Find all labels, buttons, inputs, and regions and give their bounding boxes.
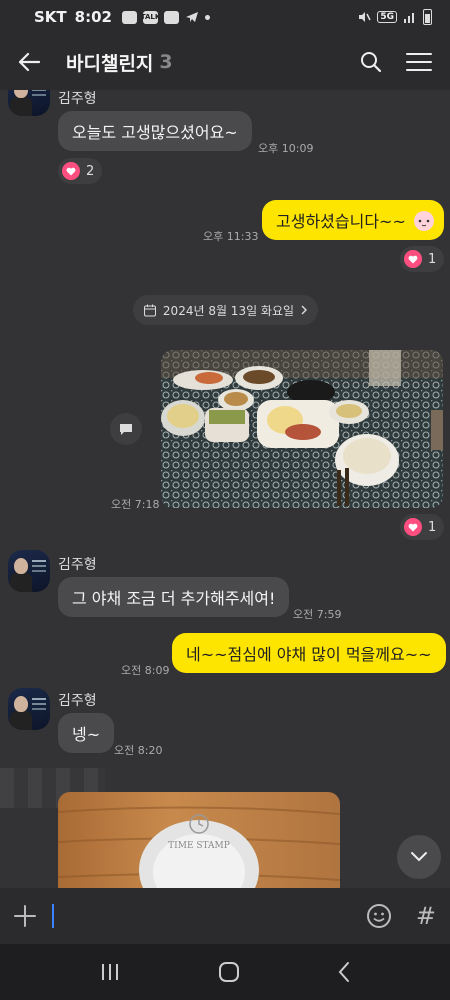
system-icons: 5G xyxy=(357,9,432,25)
gallery-icon xyxy=(163,10,179,24)
chat-bubble-icon xyxy=(120,424,132,435)
emoji-icon[interactable] xyxy=(366,903,392,929)
meal-photo-image xyxy=(161,350,443,508)
share-button[interactable] xyxy=(110,413,142,445)
search-icon[interactable] xyxy=(360,51,382,73)
status-bar: SKT 8:02 TALK 5G xyxy=(0,0,450,34)
scroll-to-bottom-button[interactable] xyxy=(397,835,441,879)
message-icon xyxy=(121,10,137,24)
photo-meal-breakfast[interactable] xyxy=(161,350,443,508)
reaction-count: 1 xyxy=(428,251,437,267)
chat-screen: SKT 8:02 TALK 5G 바디챌린지 3 김주형 오늘도 고생많으셨어요… xyxy=(0,0,450,1000)
chevron-down-icon xyxy=(411,852,427,862)
reaction-count: 1 xyxy=(428,519,437,535)
message-input[interactable] xyxy=(52,904,54,928)
date-label: 2024년 8월 13일 화요일 xyxy=(162,303,295,318)
reaction-badge[interactable]: 2 xyxy=(58,158,103,184)
my-message-text: 고생하셨습니다~~ xyxy=(276,212,406,231)
member-count: 3 xyxy=(159,51,173,73)
hashtag-button[interactable]: # xyxy=(416,902,436,930)
signal-icon xyxy=(404,13,414,23)
heart-icon xyxy=(62,162,80,180)
notification-icons: TALK xyxy=(121,10,210,24)
mute-icon xyxy=(359,12,372,22)
message-bubble[interactable]: 그 야채 조금 더 추가해주세여! xyxy=(58,577,290,617)
menu-icon[interactable] xyxy=(406,52,432,72)
date-divider[interactable]: 2024년 8월 13일 화요일 xyxy=(133,295,318,325)
meal-photo-image: TIME STAMP xyxy=(58,806,340,888)
calendar-icon xyxy=(143,304,156,317)
message-time: 오전 8:20 xyxy=(114,744,163,757)
my-message-bubble[interactable]: 고생하셨습니다~~ xyxy=(262,200,444,240)
message-time: 오전 8:09 xyxy=(121,664,170,677)
avatar[interactable] xyxy=(8,550,50,592)
battery-icon xyxy=(423,9,432,25)
message-time: 오전 7:18 xyxy=(111,498,160,511)
heart-icon xyxy=(404,250,422,268)
carrier-label: SKT xyxy=(34,8,67,26)
my-message-bubble[interactable]: 네~~점심에 야채 많이 먹을께요~~ xyxy=(172,633,446,673)
home-icon[interactable] xyxy=(218,961,240,983)
timestamp-watermark: TIME STAMP xyxy=(168,841,230,851)
chevron-right-icon xyxy=(301,305,308,315)
reaction-badge[interactable]: 1 xyxy=(400,514,445,540)
reaction-badge[interactable]: 1 xyxy=(400,246,445,272)
back-nav-icon[interactable] xyxy=(337,961,351,983)
message-time: 오후 11:33 xyxy=(203,230,259,243)
heart-icon xyxy=(404,518,422,536)
message-time: 오후 10:09 xyxy=(258,142,314,155)
network-badge: 5G xyxy=(377,11,397,23)
clock: 8:02 xyxy=(74,8,112,26)
message-input-bar: # xyxy=(0,888,450,944)
system-nav-bar xyxy=(0,944,450,1000)
photo-meal-lunch[interactable]: TIME STAMP xyxy=(58,792,340,888)
avatar[interactable] xyxy=(8,688,50,730)
sender-name: 김주형 xyxy=(58,91,97,107)
plus-icon[interactable] xyxy=(14,905,36,927)
talk-icon: TALK xyxy=(141,10,160,24)
peach-emoticon-icon xyxy=(413,211,434,231)
back-arrow-icon xyxy=(18,52,40,72)
back-button[interactable] xyxy=(18,47,48,77)
message-bubble[interactable]: 넹~ xyxy=(58,713,115,753)
message-time: 오전 7:59 xyxy=(293,608,342,621)
message-list[interactable]: 김주형 오늘도 고생많으셨어요~ 오후 10:09 2 고생하셨습니다~~ 오후… xyxy=(0,90,450,888)
more-notifications-dot xyxy=(204,14,210,20)
recent-apps-icon[interactable] xyxy=(99,962,121,982)
message-bubble[interactable]: 오늘도 고생많으셨어요~ xyxy=(58,111,252,151)
chat-title: 바디챌린지 xyxy=(66,52,154,75)
chat-header: 바디챌린지 3 xyxy=(0,34,450,90)
reaction-count: 2 xyxy=(86,163,95,179)
sender-name: 김주형 xyxy=(58,693,97,709)
telegram-icon xyxy=(185,12,198,22)
avatar[interactable] xyxy=(8,90,50,116)
sender-name: 김주형 xyxy=(58,557,97,573)
